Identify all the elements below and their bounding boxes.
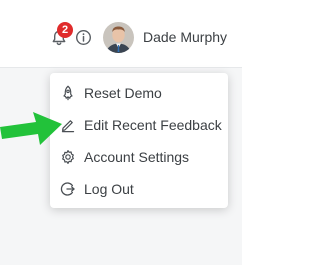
rocket-icon	[60, 85, 76, 101]
menu-item-reset-demo[interactable]: Reset Demo	[50, 78, 228, 108]
menu-item-label: Account Settings	[84, 149, 190, 165]
notification-badge[interactable]: 2	[57, 22, 73, 38]
menu-item-label: Log Out	[84, 181, 134, 197]
info-icon[interactable]	[75, 29, 92, 46]
menu-item-account-settings[interactable]: Account Settings	[50, 142, 228, 172]
menu-item-log-out[interactable]: Log Out	[50, 174, 228, 204]
green-arrow-pointer	[0, 112, 62, 145]
avatar[interactable]	[103, 22, 134, 53]
menu-item-edit-recent-feedback[interactable]: Edit Recent Feedback	[50, 110, 228, 140]
account-dropdown-menu: Reset Demo Edit Recent Feedback Account …	[50, 73, 228, 208]
menu-item-label: Reset Demo	[84, 85, 162, 101]
user-name[interactable]: Dade Murphy	[143, 29, 227, 45]
logout-icon	[60, 181, 76, 197]
menu-item-label: Edit Recent Feedback	[84, 117, 222, 133]
